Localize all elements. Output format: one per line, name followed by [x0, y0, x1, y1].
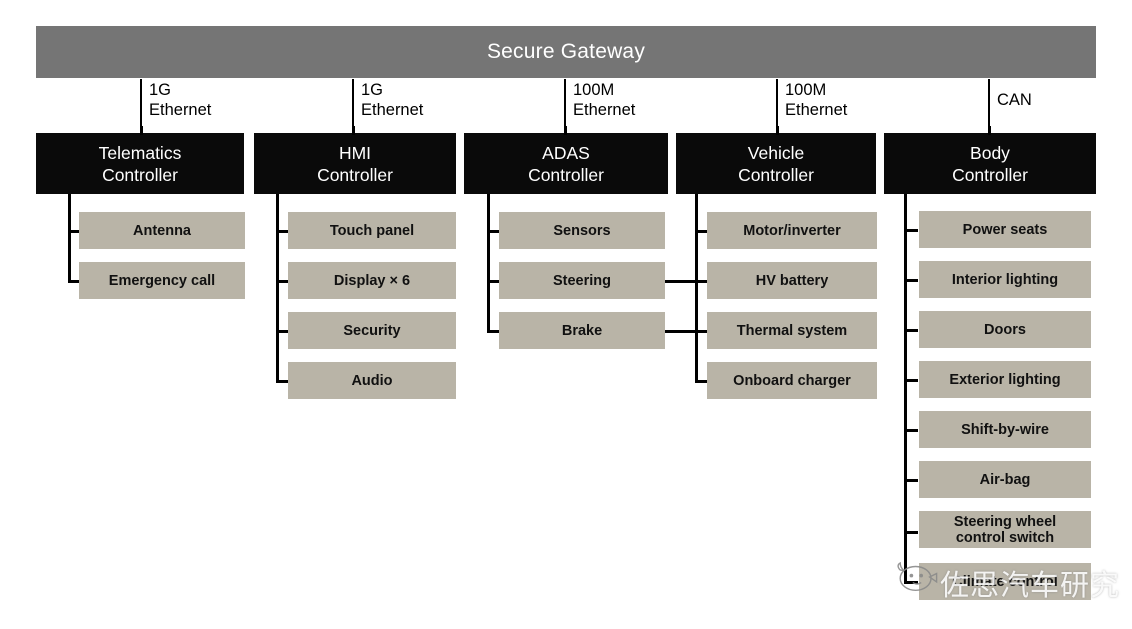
branch-body-6: [904, 479, 918, 482]
leaf-body-climate-control[interactable]: Climate control: [919, 563, 1091, 600]
controller-adas[interactable]: ADAS Controller: [464, 133, 668, 194]
trunk-adas: [487, 194, 490, 333]
controller-telematics-line1: Telematics: [98, 142, 182, 163]
trunk-telematics: [68, 194, 71, 283]
leaf-body-power-seats[interactable]: Power seats: [919, 211, 1091, 248]
controller-adas-line2: Controller: [528, 164, 604, 185]
network-label-body: CAN: [997, 91, 1032, 109]
leaf-vehicle-hv-battery[interactable]: HV battery: [707, 262, 877, 299]
branch-body-1: [904, 229, 918, 232]
secure-gateway-label: Secure Gateway: [486, 40, 646, 63]
controller-vehicle-line1: Vehicle: [747, 142, 805, 163]
controller-body-line2: Controller: [952, 164, 1028, 185]
trunk-hmi: [276, 194, 279, 383]
drop-line-hmi: [352, 126, 355, 135]
branch-body-5: [904, 429, 918, 432]
controller-hmi[interactable]: HMI Controller: [254, 133, 456, 194]
controller-vehicle-line2: Controller: [738, 164, 814, 185]
leaf-adas-sensors[interactable]: Sensors: [499, 212, 665, 249]
network-label-telematics: 1G Ethernet: [149, 81, 212, 119]
leaf-body-exterior-lighting[interactable]: Exterior lighting: [919, 361, 1091, 398]
branch-body-4: [904, 379, 918, 382]
leaf-telematics-emergency-call[interactable]: Emergency call: [79, 262, 245, 299]
leaf-body-interior-lighting[interactable]: Interior lighting: [919, 261, 1091, 298]
drop-line-body: [988, 126, 991, 135]
branch-body-8: [904, 581, 918, 584]
controller-adas-line1: ADAS: [542, 142, 590, 163]
leaf-body-steering-wheel-line2: control switch: [955, 529, 1055, 546]
leaf-hmi-display[interactable]: Display × 6: [288, 262, 456, 299]
trunk-vehicle: [695, 194, 698, 383]
network-label-hmi: 1G Ethernet: [361, 81, 424, 119]
controller-telematics[interactable]: Telematics Controller: [36, 133, 244, 194]
drop-line-vehicle: [776, 126, 779, 135]
controller-vehicle[interactable]: Vehicle Controller: [676, 133, 876, 194]
branch-body-7: [904, 531, 918, 534]
controller-hmi-line2: Controller: [317, 164, 393, 185]
network-label-vehicle: 100M Ethernet: [785, 81, 848, 119]
leaf-body-doors[interactable]: Doors: [919, 311, 1091, 348]
leaf-hmi-security[interactable]: Security: [288, 312, 456, 349]
leaf-body-steering-wheel-control-switch[interactable]: Steering wheel control switch: [919, 511, 1091, 548]
crosslink-steering-vehicle: [665, 280, 697, 283]
controller-telematics-line2: Controller: [102, 164, 178, 185]
leaf-vehicle-onboard-charger[interactable]: Onboard charger: [707, 362, 877, 399]
leaf-hmi-touch-panel[interactable]: Touch panel: [288, 212, 456, 249]
branch-body-3: [904, 329, 918, 332]
leaf-vehicle-thermal-system[interactable]: Thermal system: [707, 312, 877, 349]
branch-body-2: [904, 279, 918, 282]
leaf-body-steering-wheel-line1: Steering wheel: [953, 513, 1057, 530]
leaf-body-shift-by-wire[interactable]: Shift-by-wire: [919, 411, 1091, 448]
leaf-adas-brake[interactable]: Brake: [499, 312, 665, 349]
drop-line-adas: [564, 126, 567, 135]
architecture-diagram: Secure Gateway 1G Ethernet 1G Ethernet 1…: [0, 0, 1132, 629]
controller-body-line1: Body: [970, 142, 1010, 163]
network-label-adas: 100M Ethernet: [573, 81, 636, 119]
trunk-body: [904, 194, 907, 583]
leaf-body-air-bag[interactable]: Air-bag: [919, 461, 1091, 498]
crosslink-brake-vehicle: [665, 330, 697, 333]
leaf-vehicle-motor-inverter[interactable]: Motor/inverter: [707, 212, 877, 249]
drop-line-telematics: [140, 126, 143, 135]
secure-gateway-bar: Secure Gateway: [36, 26, 1096, 78]
controller-hmi-line1: HMI: [338, 142, 372, 163]
leaf-hmi-audio[interactable]: Audio: [288, 362, 456, 399]
controller-body[interactable]: Body Controller: [884, 133, 1096, 194]
leaf-adas-steering[interactable]: Steering: [499, 262, 665, 299]
leaf-telematics-antenna[interactable]: Antenna: [79, 212, 245, 249]
